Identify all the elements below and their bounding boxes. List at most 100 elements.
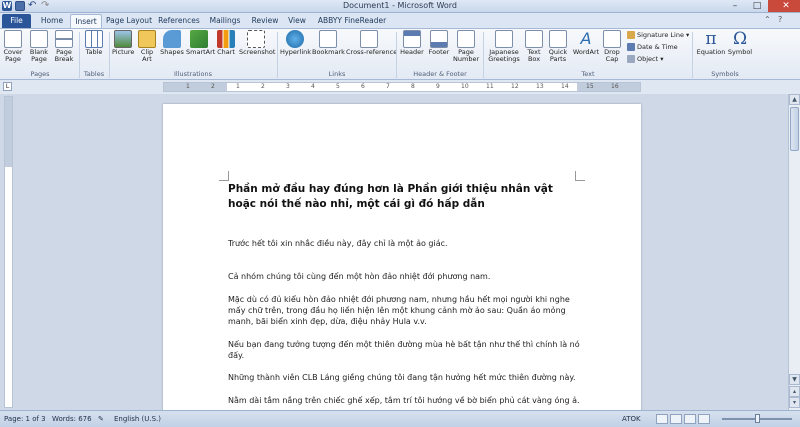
tab-review[interactable]: Review	[248, 14, 282, 28]
paragraph[interactable]: Cả nhóm chúng tôi cùng đến một hòn đảo n…	[228, 271, 580, 282]
paragraph[interactable]: Nằm dài tắm nắng trên chiếc ghế xếp, tâm…	[228, 395, 580, 406]
text-box-button[interactable]: Text Box	[524, 30, 544, 63]
status-bar: Page: 1 of 3 Words: 676 ✎ English (U.S.)…	[0, 410, 800, 427]
help-icon[interactable]: ?	[778, 15, 782, 26]
tab-abbyy[interactable]: ABBYY FineReader 11	[314, 14, 390, 38]
next-page-icon[interactable]: ▾	[789, 397, 800, 408]
scroll-thumb[interactable]	[790, 107, 799, 151]
object-label: Object	[637, 55, 659, 63]
picture-button[interactable]: Picture	[112, 30, 134, 56]
close-icon[interactable]: ✕	[768, 0, 800, 12]
maximize-icon[interactable]: □	[746, 0, 768, 12]
symbol-button[interactable]: Ω Symbol	[727, 30, 753, 56]
ribbon-tabs: File Home Insert Page Layout References …	[0, 13, 800, 38]
blank-page-button[interactable]: Blank Page	[29, 30, 49, 63]
equation-button[interactable]: π Equation	[696, 30, 726, 56]
divider	[692, 32, 693, 78]
web-layout-icon[interactable]	[684, 414, 696, 424]
ruler-tick-label: 8	[411, 83, 415, 90]
ruler-tick-label: 10	[461, 83, 469, 90]
minimize-icon[interactable]: –	[724, 0, 746, 12]
horizontal-ruler[interactable]: 1 2 1 2 3 4 5 6 7 8 9 10 11 12 13 14 15 16	[163, 82, 641, 92]
scroll-up-icon[interactable]: ▲	[789, 94, 800, 105]
zoom-slider[interactable]	[722, 414, 792, 423]
vertical-ruler-margin	[5, 97, 12, 167]
ruler-tick-label: 5	[336, 83, 340, 90]
ruler-tick-label: 9	[436, 83, 440, 90]
tab-view[interactable]: View	[284, 14, 310, 28]
smartart-button[interactable]: SmartArt	[186, 30, 215, 56]
tab-references[interactable]: References	[156, 14, 202, 28]
paragraph[interactable]: Những thành viên CLB Láng giềng chúng tô…	[228, 372, 580, 383]
group-pages-label: Pages	[30, 70, 50, 78]
vertical-scrollbar[interactable]: ▲ ▼ ▴ ▾	[788, 94, 800, 410]
object-icon	[627, 55, 635, 63]
footer-button[interactable]: Footer	[427, 30, 451, 56]
blank-page-icon	[30, 30, 48, 48]
document-page[interactable]: Phần mở đầu hay đúng hơn là Phần giới th…	[163, 104, 641, 410]
equation-label: Equation	[696, 48, 726, 56]
clip-art-label-2: Art	[142, 55, 152, 63]
page-number-icon	[457, 30, 475, 48]
margin-corner-top-left	[219, 171, 229, 181]
group-header-footer-label: Header & Footer	[413, 70, 467, 78]
divider	[483, 32, 484, 78]
ruler-tick-label: 4	[311, 83, 315, 90]
word-count[interactable]: Words: 676	[52, 415, 92, 423]
picture-label: Picture	[112, 48, 135, 56]
signature-line-icon	[627, 31, 635, 39]
shapes-button[interactable]: Shapes	[160, 30, 184, 56]
tab-mailings[interactable]: Mailings	[204, 14, 246, 28]
print-layout-icon[interactable]	[656, 414, 668, 424]
group-links-label: Links	[328, 70, 346, 78]
globe-icon	[286, 30, 304, 48]
language[interactable]: English (U.S.)	[114, 415, 161, 423]
tab-home[interactable]: Home	[36, 14, 68, 28]
quick-parts-button[interactable]: Quick Parts	[546, 30, 570, 63]
zoom-slider-knob[interactable]	[755, 414, 760, 423]
tab-selector[interactable]: L	[3, 82, 12, 91]
outline-icon[interactable]	[698, 414, 710, 424]
signature-line-button[interactable]: Signature Line ▾	[627, 31, 689, 40]
scroll-down-icon[interactable]: ▼	[789, 374, 800, 385]
cover-page-button[interactable]: Cover Page	[3, 30, 23, 63]
paragraph[interactable]: Mặc dù có đủ kiểu hòn đảo nhiệt đới phươ…	[228, 294, 580, 327]
date-time-button[interactable]: Date & Time	[627, 43, 678, 52]
screenshot-button[interactable]: Screenshot	[239, 30, 275, 56]
picture-icon	[114, 30, 132, 48]
page-count[interactable]: Page: 1 of 3	[4, 415, 46, 423]
view-buttons	[656, 414, 710, 424]
ruler-tick-label: 3	[286, 83, 290, 90]
tab-insert[interactable]: Insert	[70, 14, 102, 28]
text-box-label-2: Box	[527, 55, 541, 63]
date-time-label: Date & Time	[637, 43, 678, 51]
cross-reference-button[interactable]: Cross-reference	[346, 30, 397, 56]
page-number-button[interactable]: Page Number	[453, 30, 479, 63]
proofing-icon[interactable]: ✎	[98, 415, 104, 423]
tab-file[interactable]: File	[2, 14, 31, 28]
paragraph[interactable]: Trước hết tôi xin nhắc điều này, đây chỉ…	[228, 238, 580, 249]
minimize-ribbon-icon[interactable]: ⌃	[764, 15, 771, 26]
full-screen-icon[interactable]	[670, 414, 682, 424]
wordart-button[interactable]: A WordArt	[572, 30, 600, 56]
header-icon	[403, 30, 421, 48]
clip-art-button[interactable]: Clip Art	[138, 30, 156, 63]
japanese-greetings-button[interactable]: Japanese Greetings	[486, 30, 522, 63]
header-button[interactable]: Header	[399, 30, 425, 56]
previous-page-icon[interactable]: ▴	[789, 386, 800, 397]
tab-page-layout[interactable]: Page Layout	[104, 14, 154, 28]
header-label: Header	[400, 48, 424, 56]
bookmark-button[interactable]: Bookmark	[312, 30, 345, 56]
input-method[interactable]: ATOK	[622, 415, 641, 423]
object-button[interactable]: Object ▾	[627, 55, 664, 64]
page-break-button[interactable]: Page Break	[53, 30, 75, 63]
chart-button[interactable]: Chart	[216, 30, 236, 56]
hyperlink-button[interactable]: Hyperlink	[280, 30, 311, 56]
document-heading[interactable]: Phần mở đầu hay đúng hơn là Phần giới th…	[228, 182, 578, 212]
vertical-ruler[interactable]	[4, 96, 13, 408]
bookmark-label: Bookmark	[312, 48, 345, 56]
table-button[interactable]: Table	[83, 30, 105, 56]
ruler-tick-label: 14	[561, 83, 569, 90]
paragraph[interactable]: Nếu bạn đang tưởng tượng đến một thiên đ…	[228, 339, 580, 361]
drop-cap-button[interactable]: Drop Cap	[602, 30, 622, 63]
